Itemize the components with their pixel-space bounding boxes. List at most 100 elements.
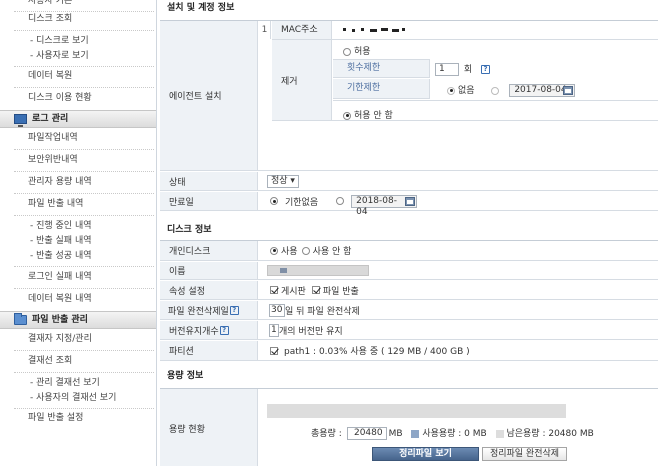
mac-label: MAC주소 [272,21,332,39]
export-checkbox[interactable] [311,286,320,294]
count-input[interactable]: 1 [435,63,459,76]
sidebar-item-file-work-log[interactable]: 파일작업내역 [0,131,156,145]
used-text: 사용용량 : 0 MB [422,429,487,439]
board-checkbox[interactable] [270,286,278,294]
purge-cleanup-files-button[interactable]: 정리파일 완전삭제 [482,447,567,461]
sidebar-divider [14,288,154,289]
allow-label: 허용 [354,47,371,57]
monitor-icon [14,114,27,127]
expire-date-input[interactable]: 2018-08-04 [351,194,418,217]
personal-disk-value: 사용 사용 안 함 [259,241,658,260]
divider [272,120,658,121]
calendar-icon[interactable] [405,196,416,206]
total-capacity-input[interactable]: 20480 [346,427,387,440]
sidebar-item-login-failed[interactable]: 로그인 실패 내역 [0,270,156,284]
expire-date-radio[interactable] [336,197,345,205]
sidebar-item-disk-usage[interactable]: 디스크 이용 현황 [0,91,156,105]
agent-install-label: 에이전트 설치 [160,21,258,170]
versions-input[interactable]: 1 [269,323,279,337]
sidebar-item-view-by-user[interactable]: - 사용자로 보기 [0,49,156,63]
help-icon[interactable]: ? [219,325,229,335]
sidebar-item-approval-line[interactable]: 결재선 조회 [0,354,156,368]
capacity-row: 용량 현황 총용량 : 20480 MB 사용용량 : 0 MB 남은용량 : 2… [160,389,658,466]
sidebar-divider [14,87,154,88]
sidebar-item-export-failed[interactable]: - 반출 실패 내역 [0,234,156,248]
expire-none-radio[interactable] [270,197,278,205]
help-icon[interactable]: ? [481,65,491,74]
expire-row: 만료일 기한없음 2018-08-04 [160,192,658,217]
capacity-table: 용량 현황 총용량 : 20480 MB 사용용량 : 0 MB 남은용량 : 2… [160,388,658,466]
folder-icon [14,313,27,325]
partition-value: path1 : 0.03% 사용 중 ( 129 MB / 400 GB ) [259,341,658,360]
attr-value: 게시판 파일 반출 [259,281,658,299]
sidebar-divider [14,372,154,373]
sidebar: 사용자 기본 디스크 조회 - 디스크로 보기 - 사용자로 보기 데이터 복원… [0,0,157,466]
remove-allow-option[interactable]: 허용 [343,44,371,57]
help-icon[interactable]: ? [229,305,239,315]
personal-disk-label: 개인디스크 [160,241,258,260]
sidebar-item-restore-log[interactable]: 데이터 복원 내역 [0,292,156,306]
sidebar-item-disk-lookup[interactable]: 디스크 조회 [0,12,156,26]
purge-value: 30 일 뒤 파일 완전삭제 [259,301,658,319]
count-unit: 회 [463,65,473,75]
sidebar-divider [14,193,154,194]
sidebar-item-file-export-log[interactable]: 파일 반출 내역 [0,197,156,211]
sidebar-item-security-violation[interactable]: 보안위반내역 [0,153,156,167]
sidebar-item-export-settings[interactable]: 파일 반출 설정 [0,411,156,425]
attr-label: 속성 설정 [160,281,258,299]
expire-value: 기한없음 2018-08-04 [259,192,658,217]
install-section-title: 설치 및 계정 정보 [167,3,235,13]
status-select[interactable]: 정상 ▾ [267,174,299,188]
sidebar-item-admin-capacity-log[interactable]: 관리자 용량 내역 [0,175,156,189]
deny-radio[interactable] [343,111,351,120]
sidebar-section-log[interactable]: 로그 관리 [0,110,156,128]
sidebar-item-data-restore[interactable]: 데이터 복원 [0,69,156,83]
export-label: 파일 반출 [322,286,359,297]
sidebar-item-user-approval-line[interactable]: - 사용자의 결재선 보기 [0,391,156,405]
remain-text: 남은용량 : 20480 MB [506,429,594,439]
sidebar-item-export-success[interactable]: - 반출 성공 내역 [0,249,156,263]
purge-row: 파일 완전삭제일? 30 일 뒤 파일 완전삭제 [160,301,658,320]
calendar-icon[interactable] [563,86,574,95]
attr-row: 속성 설정 게시판 파일 반출 [160,281,658,300]
count-limit-value: 1 회 ? [435,62,491,76]
partition-row: 파티션 path1 : 0.03% 사용 중 ( 129 MB / 400 GB… [160,341,658,361]
allow-radio[interactable] [343,47,351,56]
versions-label: 버전유지개수? [160,321,258,339]
sidebar-item-user-basic[interactable]: 사용자 기본 [0,0,156,8]
purge-text: 일 뒤 파일 완전삭제 [285,306,360,317]
name-value [259,262,658,279]
disk-table: 개인디스크 사용 사용 안 함 이름 속성 설정 게시판 파일 반출 파일 완전… [160,240,658,361]
status-value: 정상 ▾ [259,172,658,190]
partition-label: 파티션 [160,341,258,360]
sidebar-section-export-label: 파일 반출 관리 [32,315,88,325]
agent-install-row: 에이전트 설치 1 MAC주소 제거 허용 횟수제한 1 회 ? 기한제한 없음… [160,21,658,171]
sidebar-divider [14,266,154,267]
sidebar-item-admin-approval-line[interactable]: - 관리 결재선 보기 [0,376,156,390]
purge-label: 파일 완전삭제일? [160,301,258,319]
expire-none-label: 기한없음 [285,197,319,208]
status-row: 상태 정상 ▾ [160,172,658,191]
partition-checkbox[interactable] [270,346,278,355]
sidebar-item-approver-manage[interactable]: 결재자 지정/관리 [0,332,156,346]
disk-use-label: 사용 [281,247,298,257]
disk-use-radio[interactable] [270,246,278,255]
disk-not-use-radio[interactable] [301,246,310,255]
period-none-radio[interactable] [447,86,455,95]
sidebar-section-file-export[interactable]: 파일 반출 관리 [0,311,156,329]
period-date-radio[interactable] [491,86,500,95]
purge-days-input[interactable]: 30 [269,303,285,317]
name-row: 이름 [160,262,658,280]
total-unit: MB [388,429,403,439]
capacity-bar [267,404,566,418]
sidebar-item-in-progress[interactable]: - 진행 중인 내역 [0,219,156,233]
disk-section-title: 디스크 정보 [167,225,212,235]
status-label: 상태 [160,172,258,190]
period-date-input[interactable]: 2017-08-04 [509,84,576,97]
capacity-section-title: 용량 정보 [167,371,204,381]
used-swatch [411,429,420,438]
count-limit-label: 횟수제한 [333,59,430,78]
mac-address-redacted [343,28,407,33]
view-cleanup-files-button[interactable]: 정리파일 보기 [372,447,479,461]
sidebar-item-view-by-disk[interactable]: - 디스크로 보기 [0,34,156,48]
